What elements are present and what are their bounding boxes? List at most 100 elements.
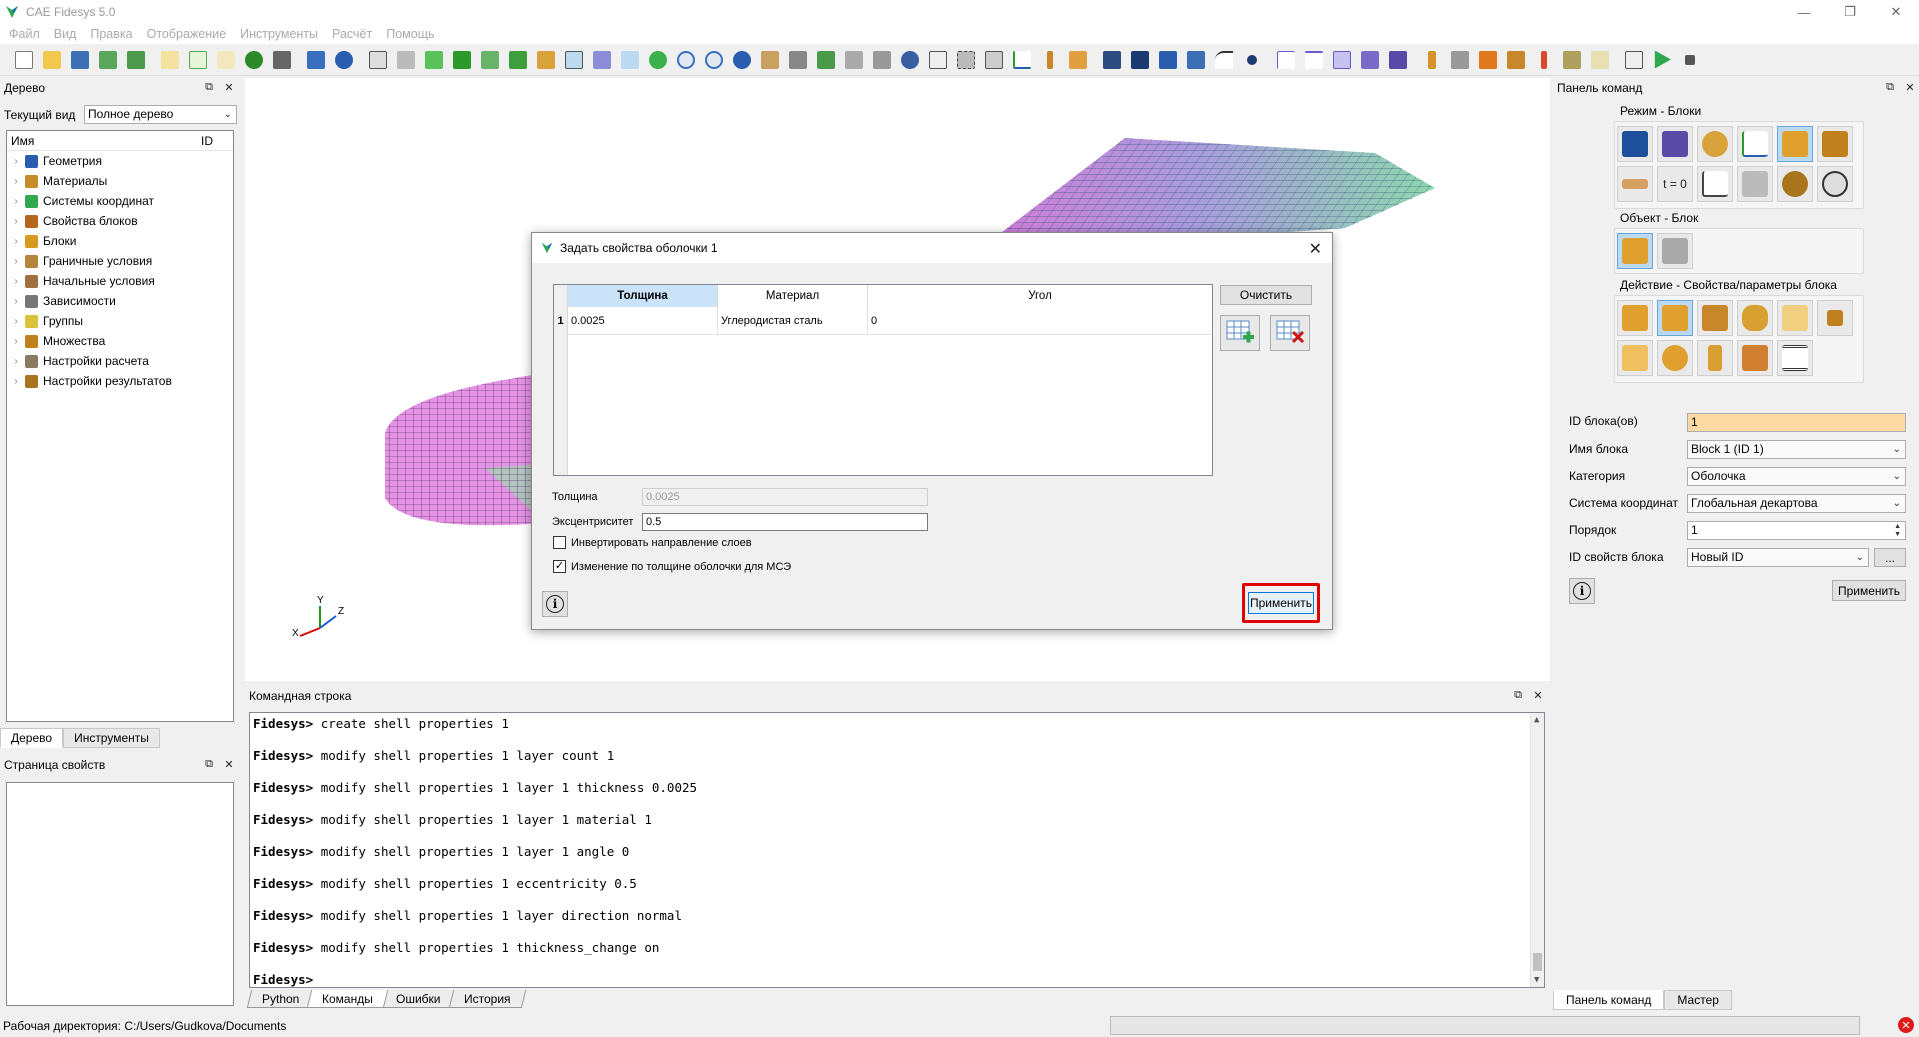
ruler-icon[interactable] — [1066, 48, 1090, 72]
block-split-icon[interactable] — [1617, 340, 1653, 376]
label-icon[interactable] — [1588, 48, 1612, 72]
tree-item[interactable]: › Системы координат — [7, 191, 233, 211]
tree-item[interactable]: › Граничные условия — [7, 251, 233, 271]
block-name-select[interactable]: Block 1 (ID 1) ⌄ — [1687, 440, 1906, 459]
dialog-apply-button[interactable]: Применить — [1248, 592, 1314, 614]
tab-tools[interactable]: Инструменты — [63, 728, 160, 748]
blocks-mode-icon[interactable] — [1777, 126, 1813, 162]
node-icon[interactable] — [1274, 48, 1298, 72]
tab-commands[interactable]: Команды — [307, 990, 389, 1008]
calc-mode-icon[interactable] — [1737, 166, 1773, 202]
cell-thickness[interactable]: 0.0025 — [568, 307, 718, 335]
float-icon[interactable]: ⧉ — [202, 80, 216, 94]
expand-chevron-icon[interactable]: › — [9, 196, 23, 207]
tree-item[interactable]: › Множества — [7, 331, 233, 351]
view-top-icon[interactable] — [842, 48, 866, 72]
expand-chevron-icon[interactable]: › — [9, 236, 23, 247]
delete-row-button[interactable] — [1270, 315, 1310, 351]
contact-icon[interactable] — [1560, 48, 1584, 72]
fit-icon[interactable] — [926, 48, 950, 72]
id-icon[interactable] — [214, 48, 238, 72]
constraint-icon[interactable] — [1448, 48, 1472, 72]
tab-wizard[interactable]: Мастер — [1664, 990, 1732, 1010]
clip-icon[interactable] — [954, 48, 978, 72]
geometry-mode-icon[interactable] — [1617, 126, 1653, 162]
coord-mode-icon[interactable] — [1737, 126, 1773, 162]
tree-col-id[interactable]: ID — [197, 134, 213, 148]
menu-help[interactable]: Помощь — [379, 27, 441, 41]
menu-display[interactable]: Отображение — [140, 27, 233, 41]
dialog-help-button[interactable]: i — [542, 591, 568, 617]
select-icon[interactable] — [304, 48, 328, 72]
zoom-in-icon[interactable] — [674, 48, 698, 72]
block-info-icon[interactable] — [1697, 340, 1733, 376]
menu-tools[interactable]: Инструменты — [233, 27, 325, 41]
minimize-button[interactable]: — — [1781, 0, 1827, 24]
dependency-mode-icon[interactable] — [1697, 166, 1733, 202]
tree-item[interactable]: › Настройки расчета — [7, 351, 233, 371]
float-icon[interactable]: ⧉ — [1511, 688, 1525, 702]
postproc-mode-icon[interactable] — [1817, 166, 1853, 202]
mesh-tool-icon[interactable] — [1100, 48, 1124, 72]
restore-button[interactable]: ❐ — [1827, 0, 1873, 24]
col-material[interactable]: Материал — [718, 285, 868, 307]
pressure-icon[interactable] — [1504, 48, 1528, 72]
view-iso-icon[interactable] — [814, 48, 838, 72]
tree-item[interactable]: › Зависимости — [7, 291, 233, 311]
journal-icon[interactable] — [158, 48, 182, 72]
block-layers-icon[interactable] — [1657, 340, 1693, 376]
shaded-edges-icon[interactable] — [450, 48, 474, 72]
panel-apply-button[interactable]: Применить — [1832, 580, 1906, 601]
expand-chevron-icon[interactable]: › — [9, 156, 23, 167]
results-mode-icon[interactable] — [1777, 166, 1813, 202]
create-block-icon[interactable] — [1617, 300, 1653, 336]
scroll-thumb[interactable] — [1533, 953, 1542, 971]
export-icon[interactable] — [124, 48, 148, 72]
order-spinbox[interactable]: 1 ▲ ▼ — [1687, 521, 1906, 540]
row-number[interactable]: 1 — [554, 307, 568, 335]
run-icon[interactable] — [1650, 48, 1674, 72]
vertex-icon[interactable] — [1240, 48, 1264, 72]
surface-icon[interactable] — [1156, 48, 1180, 72]
close-icon[interactable]: ✕ — [1531, 688, 1545, 702]
box-view-icon[interactable] — [590, 48, 614, 72]
tree-item[interactable]: › Настройки результатов — [7, 371, 233, 391]
wireframe-icon[interactable] — [366, 48, 390, 72]
pan-icon[interactable] — [758, 48, 782, 72]
menu-edit[interactable]: Правка — [83, 27, 139, 41]
clear-button[interactable]: Очистить — [1220, 285, 1312, 305]
force-icon[interactable] — [1476, 48, 1500, 72]
expand-chevron-icon[interactable]: › — [9, 376, 23, 387]
add-row-button[interactable] — [1220, 315, 1260, 351]
block-remove-icon[interactable] — [1737, 340, 1773, 376]
save-icon[interactable] — [68, 48, 92, 72]
float-icon[interactable]: ⧉ — [1883, 80, 1897, 94]
measure-icon[interactable] — [1038, 48, 1062, 72]
invert-layers-checkbox-box[interactable] — [553, 536, 566, 549]
close-icon[interactable]: ✕ — [222, 757, 236, 771]
col-thickness[interactable]: Толщина — [568, 285, 718, 307]
tab-python[interactable]: Python — [246, 990, 315, 1008]
checkmark-icon[interactable]: ✓ — [553, 560, 566, 573]
menu-file[interactable]: Файл — [2, 27, 47, 41]
refresh-icon[interactable] — [646, 48, 670, 72]
command-scrollbar[interactable]: ▲ ▼ — [1530, 713, 1544, 987]
load-icon[interactable] — [1420, 48, 1444, 72]
axes-icon[interactable] — [1010, 48, 1034, 72]
thickness-change-checkbox[interactable]: ✓ Изменение по толщине оболочки для МСЭ — [553, 560, 791, 573]
block-delete-icon[interactable] — [1817, 300, 1853, 336]
tab-command-panel[interactable]: Панель команд — [1553, 990, 1665, 1010]
eccentricity-input[interactable]: 0.5 — [642, 513, 928, 531]
close-icon[interactable]: ✕ — [1903, 80, 1917, 94]
block-edit-icon[interactable] — [1697, 300, 1733, 336]
close-window-button[interactable]: ✕ — [1873, 0, 1919, 24]
perspective-icon[interactable] — [898, 48, 922, 72]
close-icon[interactable]: ✕ — [222, 80, 236, 94]
expand-chevron-icon[interactable]: › — [9, 316, 23, 327]
browse-button[interactable]: ... — [1874, 548, 1906, 567]
scroll-up-icon[interactable]: ▲ — [1534, 715, 1539, 725]
current-view-select[interactable]: Полное дерево ⌄ — [84, 105, 237, 124]
menu-calc[interactable]: Расчёт — [325, 27, 379, 41]
tree-item[interactable]: › Группы — [7, 311, 233, 331]
menu-view[interactable]: Вид — [47, 27, 84, 41]
